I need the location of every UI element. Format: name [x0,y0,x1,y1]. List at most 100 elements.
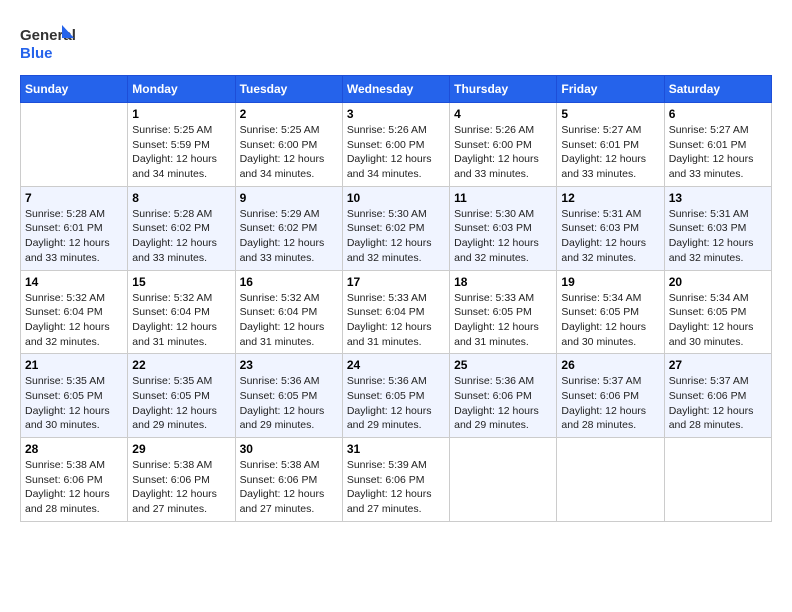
day-info: Sunrise: 5:29 AM Sunset: 6:02 PM Dayligh… [240,207,338,266]
day-number: 7 [25,191,123,205]
calendar-week-row: 14 Sunrise: 5:32 AM Sunset: 6:04 PM Dayli… [21,270,772,354]
calendar-week-row: 7 Sunrise: 5:28 AM Sunset: 6:01 PM Daylig… [21,186,772,270]
day-number: 3 [347,107,445,121]
header-friday: Friday [557,76,664,103]
day-info: Sunrise: 5:30 AM Sunset: 6:02 PM Dayligh… [347,207,445,266]
svg-text:Blue: Blue [20,45,53,62]
calendar-cell [21,103,128,187]
calendar-cell: 6 Sunrise: 5:27 AM Sunset: 6:01 PM Daylig… [664,103,771,187]
calendar-cell: 12 Sunrise: 5:31 AM Sunset: 6:03 PM Dayli… [557,186,664,270]
day-number: 2 [240,107,338,121]
day-number: 18 [454,275,552,289]
day-number: 27 [669,358,767,372]
calendar-week-row: 1 Sunrise: 5:25 AM Sunset: 5:59 PM Daylig… [21,103,772,187]
day-number: 12 [561,191,659,205]
calendar-cell: 15Sunrise: 5:32 AM Sunset: 6:04 PM Dayli… [128,270,235,354]
header-monday: Monday [128,76,235,103]
header-thursday: Thursday [450,76,557,103]
day-info: Sunrise: 5:33 AM Sunset: 6:05 PM Dayligh… [454,291,552,350]
day-number: 11 [454,191,552,205]
day-info: Sunrise: 5:38 AM Sunset: 6:06 PM Dayligh… [132,458,230,517]
day-number: 13 [669,191,767,205]
page-header: GeneralBlue [20,20,772,65]
calendar-table: SundayMondayTuesdayWednesdayThursdayFrid… [20,75,772,522]
calendar-cell: 17 Sunrise: 5:33 AM Sunset: 6:04 PM Dayli… [342,270,449,354]
calendar-header-row: SundayMondayTuesdayWednesdayThursdayFrid… [21,76,772,103]
day-number: 25 [454,358,552,372]
calendar-cell: 31 Sunrise: 5:39 AM Sunset: 6:06 PM Dayli… [342,438,449,522]
day-info: Sunrise: 5:36 AM Sunset: 6:05 PM Dayligh… [240,374,338,433]
day-number: 23 [240,358,338,372]
calendar-cell: 20 Sunrise: 5:34 AM Sunset: 6:05 PM Dayli… [664,270,771,354]
calendar-week-row: 21Sunrise: 5:35 AM Sunset: 6:05 PM Dayli… [21,354,772,438]
calendar-cell: 30 Sunrise: 5:38 AM Sunset: 6:06 PM Dayli… [235,438,342,522]
day-info: Sunrise: 5:34 AM Sunset: 6:05 PM Dayligh… [669,291,767,350]
day-info: Sunrise: 5:34 AM Sunset: 6:05 PM Dayligh… [561,291,659,350]
day-number: 14 [25,275,123,289]
day-info: Sunrise: 5:31 AM Sunset: 6:03 PM Dayligh… [561,207,659,266]
day-info: Sunrise: 5:35 AM Sunset: 6:05 PM Dayligh… [132,374,230,433]
day-info: Sunrise: 5:37 AM Sunset: 6:06 PM Dayligh… [561,374,659,433]
day-number: 24 [347,358,445,372]
day-info: Sunrise: 5:30 AM Sunset: 6:03 PM Dayligh… [454,207,552,266]
calendar-week-row: 28Sunrise: 5:38 AM Sunset: 6:06 PM Dayli… [21,438,772,522]
calendar-cell: 22 Sunrise: 5:35 AM Sunset: 6:05 PM Dayli… [128,354,235,438]
day-number: 5 [561,107,659,121]
day-number: 10 [347,191,445,205]
calendar-cell: 3Sunrise: 5:26 AM Sunset: 6:00 PM Daylig… [342,103,449,187]
day-info: Sunrise: 5:28 AM Sunset: 6:02 PM Dayligh… [132,207,230,266]
day-info: Sunrise: 5:39 AM Sunset: 6:06 PM Dayligh… [347,458,445,517]
day-info: Sunrise: 5:38 AM Sunset: 6:06 PM Dayligh… [240,458,338,517]
calendar-cell [450,438,557,522]
calendar-cell [557,438,664,522]
calendar-cell: 14Sunrise: 5:32 AM Sunset: 6:04 PM Dayli… [21,270,128,354]
calendar-cell: 25Sunrise: 5:36 AM Sunset: 6:06 PM Dayli… [450,354,557,438]
day-info: Sunrise: 5:26 AM Sunset: 6:00 PM Dayligh… [454,123,552,182]
calendar-cell: 24Sunrise: 5:36 AM Sunset: 6:05 PM Dayli… [342,354,449,438]
calendar-cell: 9 Sunrise: 5:29 AM Sunset: 6:02 PM Daylig… [235,186,342,270]
calendar-cell: 16Sunrise: 5:32 AM Sunset: 6:04 PM Dayli… [235,270,342,354]
calendar-cell: 23 Sunrise: 5:36 AM Sunset: 6:05 PM Dayli… [235,354,342,438]
day-info: Sunrise: 5:38 AM Sunset: 6:06 PM Dayligh… [25,458,123,517]
calendar-cell [664,438,771,522]
calendar-cell: 26 Sunrise: 5:37 AM Sunset: 6:06 PM Dayli… [557,354,664,438]
header-wednesday: Wednesday [342,76,449,103]
day-info: Sunrise: 5:25 AM Sunset: 5:59 PM Dayligh… [132,123,230,182]
day-number: 29 [132,442,230,456]
day-info: Sunrise: 5:37 AM Sunset: 6:06 PM Dayligh… [669,374,767,433]
calendar-cell: 21Sunrise: 5:35 AM Sunset: 6:05 PM Dayli… [21,354,128,438]
day-number: 17 [347,275,445,289]
logo-icon: GeneralBlue [20,20,75,65]
calendar-cell: 29 Sunrise: 5:38 AM Sunset: 6:06 PM Dayli… [128,438,235,522]
day-number: 9 [240,191,338,205]
calendar-cell: 27 Sunrise: 5:37 AM Sunset: 6:06 PM Dayli… [664,354,771,438]
day-number: 19 [561,275,659,289]
day-info: Sunrise: 5:31 AM Sunset: 6:03 PM Dayligh… [669,207,767,266]
day-number: 16 [240,275,338,289]
calendar-cell: 28Sunrise: 5:38 AM Sunset: 6:06 PM Dayli… [21,438,128,522]
calendar-cell: 18 Sunrise: 5:33 AM Sunset: 6:05 PM Dayli… [450,270,557,354]
calendar-cell: 1 Sunrise: 5:25 AM Sunset: 5:59 PM Daylig… [128,103,235,187]
day-number: 22 [132,358,230,372]
day-number: 20 [669,275,767,289]
day-info: Sunrise: 5:33 AM Sunset: 6:04 PM Dayligh… [347,291,445,350]
day-info: Sunrise: 5:25 AM Sunset: 6:00 PM Dayligh… [240,123,338,182]
day-info: Sunrise: 5:27 AM Sunset: 6:01 PM Dayligh… [669,123,767,182]
day-info: Sunrise: 5:32 AM Sunset: 6:04 PM Dayligh… [132,291,230,350]
calendar-cell: 7 Sunrise: 5:28 AM Sunset: 6:01 PM Daylig… [21,186,128,270]
calendar-cell: 10 Sunrise: 5:30 AM Sunset: 6:02 PM Dayli… [342,186,449,270]
day-number: 26 [561,358,659,372]
day-info: Sunrise: 5:28 AM Sunset: 6:01 PM Dayligh… [25,207,123,266]
day-number: 8 [132,191,230,205]
header-tuesday: Tuesday [235,76,342,103]
day-number: 6 [669,107,767,121]
day-number: 30 [240,442,338,456]
day-info: Sunrise: 5:27 AM Sunset: 6:01 PM Dayligh… [561,123,659,182]
calendar-cell: 11 Sunrise: 5:30 AM Sunset: 6:03 PM Dayli… [450,186,557,270]
calendar-cell: 13 Sunrise: 5:31 AM Sunset: 6:03 PM Dayli… [664,186,771,270]
calendar-cell: 8 Sunrise: 5:28 AM Sunset: 6:02 PM Daylig… [128,186,235,270]
day-number: 1 [132,107,230,121]
header-saturday: Saturday [664,76,771,103]
day-number: 31 [347,442,445,456]
day-number: 4 [454,107,552,121]
